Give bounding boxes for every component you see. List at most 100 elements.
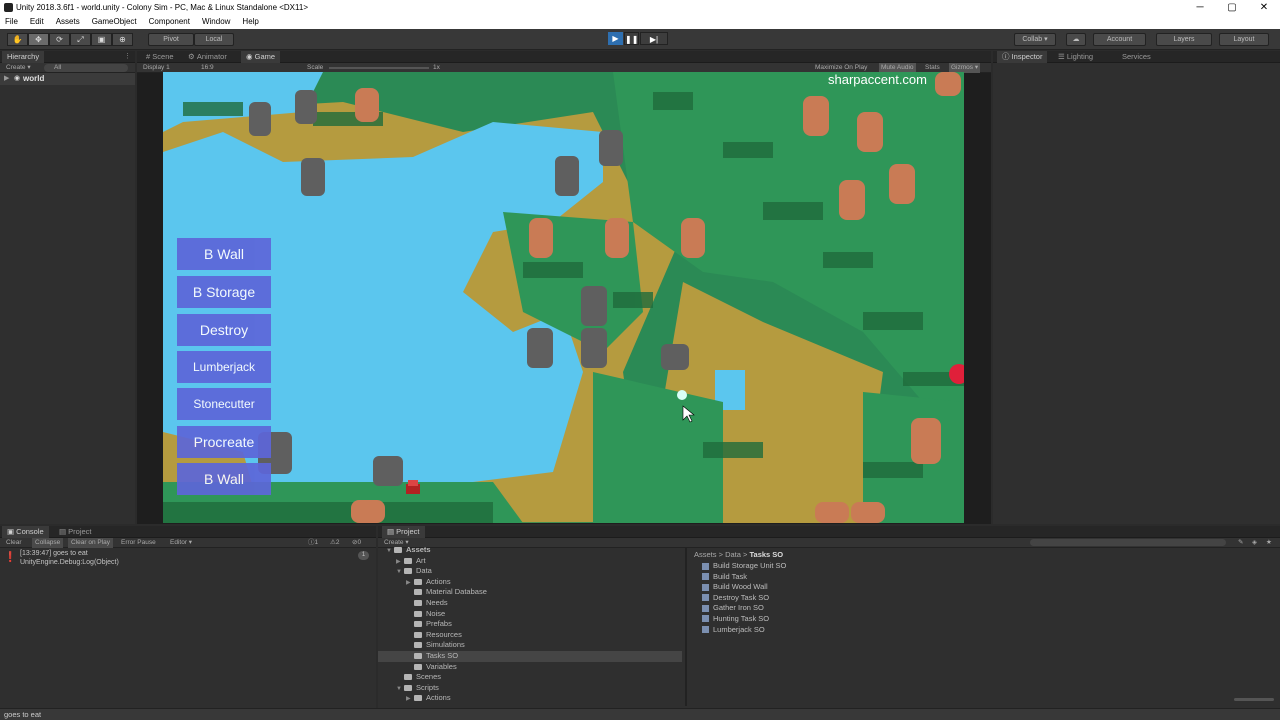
tab-console[interactable]: ▣ Console: [2, 526, 49, 538]
collab-dropdown[interactable]: Collab ▾: [1014, 33, 1056, 46]
expand-arrow-icon[interactable]: ▶: [406, 694, 414, 705]
folder-item[interactable]: ▶ Actions: [386, 577, 682, 588]
watermark-text: sharpaccent.com: [828, 72, 927, 87]
rotate-tool-icon[interactable]: ⟳: [49, 33, 70, 46]
asset-item[interactable]: Lumberjack SO: [702, 625, 786, 636]
folder-icon: [414, 578, 422, 585]
maximize-button[interactable]: ▢: [1216, 0, 1248, 16]
asset-item[interactable]: Build Storage Unit SO: [702, 561, 786, 572]
info-count-badge[interactable]: ⓘ 1: [308, 538, 318, 548]
folder-item[interactable]: Prefabs: [386, 619, 682, 630]
warning-count-badge[interactable]: ⚠ 2: [330, 538, 339, 548]
layout-dropdown[interactable]: Layout: [1219, 33, 1269, 46]
b-storage-button[interactable]: B Storage: [177, 276, 271, 308]
menu-component[interactable]: Component: [143, 16, 196, 28]
close-button[interactable]: ✕: [1248, 0, 1280, 16]
scale-slider[interactable]: [329, 67, 429, 69]
folder-item[interactable]: ▶ Actions: [386, 693, 682, 704]
console-editor-dropdown[interactable]: Editor ▾: [170, 538, 192, 548]
folder-label: Simulations: [426, 640, 465, 650]
folder-item[interactable]: Simulations: [386, 640, 682, 651]
expand-arrow-icon[interactable]: ▶: [4, 74, 9, 82]
folder-item[interactable]: Variables: [386, 662, 682, 673]
hierarchy-create-dropdown[interactable]: Create ▾: [6, 63, 31, 73]
layers-dropdown[interactable]: Layers: [1156, 33, 1212, 46]
move-tool-icon[interactable]: ✥: [28, 33, 49, 46]
folder-item[interactable]: Needs: [386, 598, 682, 609]
folder-label: Resources: [426, 629, 462, 639]
folder-item[interactable]: Noise: [386, 609, 682, 620]
play-button[interactable]: ▶: [608, 32, 623, 45]
folder-item[interactable]: ▼ Data: [386, 566, 682, 577]
hand-tool-icon[interactable]: ✋: [7, 33, 28, 46]
console-collapse-toggle[interactable]: Collapse: [32, 538, 64, 548]
scale-tool-icon[interactable]: ⤢: [70, 33, 91, 46]
console-log-entry[interactable]: ❗ [13:39:47] goes to eat UnityEngine.Deb…: [0, 548, 376, 570]
pivot-toggle[interactable]: Pivot: [148, 33, 194, 46]
menu-gameobject[interactable]: GameObject: [86, 16, 143, 28]
folder-item[interactable]: ▶ Art: [386, 556, 682, 567]
info-icon: ❗: [4, 552, 17, 563]
tab-lighting[interactable]: ☰ Lighting: [1053, 51, 1098, 63]
local-toggle[interactable]: Local: [194, 33, 234, 46]
folder-icon: [404, 684, 412, 691]
label-icon[interactable]: ◈: [1252, 538, 1257, 548]
procreate-button[interactable]: Procreate: [177, 426, 271, 458]
tab-hierarchy[interactable]: Hierarchy: [2, 51, 45, 63]
console-clear-on-play-toggle[interactable]: Clear on Play: [68, 538, 114, 548]
tab-game[interactable]: ◉ Game: [241, 51, 281, 63]
hierarchy-world-item[interactable]: world: [23, 74, 44, 83]
console-clear-button[interactable]: Clear: [6, 538, 22, 548]
destroy-button[interactable]: Destroy: [177, 314, 271, 346]
folder-item[interactable]: ▼ Scripts: [386, 683, 682, 694]
b-wall-button[interactable]: B Wall: [177, 238, 271, 270]
menu-edit[interactable]: Edit: [24, 16, 50, 28]
folder-item[interactable]: Resources: [386, 630, 682, 641]
cloud-icon[interactable]: ☁: [1066, 33, 1086, 46]
folder-icon: [414, 652, 422, 659]
scriptable-object-icon: [702, 573, 709, 581]
tab-project[interactable]: ▤ Project: [382, 526, 425, 538]
hierarchy-search-input[interactable]: All: [44, 64, 128, 72]
project-search-input[interactable]: [1030, 539, 1226, 546]
menu-window[interactable]: Window: [196, 16, 236, 28]
panel-menu-icon[interactable]: ⋮: [124, 52, 131, 60]
asset-item[interactable]: Destroy Task SO: [702, 593, 786, 604]
lumberjack-button[interactable]: Lumberjack: [177, 351, 271, 383]
folder-item[interactable]: ▼ Assets: [386, 545, 682, 556]
expand-arrow-icon[interactable]: ▼: [396, 684, 404, 695]
folder-item[interactable]: Scenes: [386, 672, 682, 683]
error-count-badge[interactable]: ⊘ 0: [352, 538, 361, 548]
filter-icon[interactable]: ✎: [1238, 538, 1243, 548]
asset-item[interactable]: Hunting Task SO: [702, 614, 786, 625]
game-viewport[interactable]: sharpaccent.com: [163, 72, 964, 523]
rect-tool-icon[interactable]: ▣: [91, 33, 112, 46]
tab-inspector[interactable]: ⓘ Inspector: [997, 51, 1048, 63]
transform-tool-icon[interactable]: ⊕: [112, 33, 133, 46]
tab-services[interactable]: Services: [1117, 51, 1156, 63]
star-icon[interactable]: ★: [1266, 538, 1272, 548]
menu-file[interactable]: File: [0, 16, 24, 28]
tab-scene[interactable]: # Scene: [141, 51, 179, 63]
tab-animator[interactable]: ⚙ Animator: [183, 51, 232, 63]
folder-item[interactable]: Tasks SO: [378, 650, 682, 662]
menu-help[interactable]: Help: [236, 16, 264, 28]
asset-item[interactable]: Gather Iron SO: [702, 603, 786, 614]
console-error-pause-toggle[interactable]: Error Pause: [121, 538, 156, 548]
asset-item[interactable]: Build Task: [702, 572, 786, 583]
pause-button[interactable]: ❚❚: [624, 32, 639, 45]
tab-project-secondary[interactable]: ▤ Project: [54, 526, 97, 538]
minimize-button[interactable]: ─: [1184, 0, 1216, 16]
title-bar: Unity 2018.3.6f1 - world.unity - Colony …: [0, 0, 1280, 16]
folder-item[interactable]: Material Database: [386, 587, 682, 598]
stonecutter-button[interactable]: Stonecutter: [177, 388, 271, 420]
log-stacktrace: UnityEngine.Debug:Log(Object): [20, 559, 119, 566]
expand-arrow-icon[interactable]: ▼: [386, 546, 394, 557]
icon-size-slider[interactable]: [1234, 698, 1274, 701]
b-wall-button-2[interactable]: B Wall: [177, 463, 271, 495]
expand-arrow-icon[interactable]: ▼: [396, 567, 404, 578]
step-button[interactable]: ▶|: [640, 32, 668, 45]
asset-item[interactable]: Build Wood Wall: [702, 582, 786, 593]
account-dropdown[interactable]: Account: [1093, 33, 1146, 46]
menu-assets[interactable]: Assets: [50, 16, 86, 28]
